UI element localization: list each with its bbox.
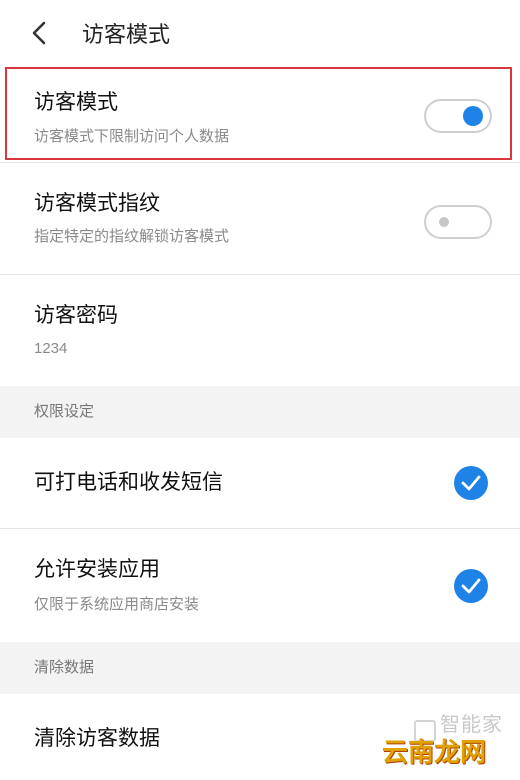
fingerprint-toggle[interactable] <box>424 205 492 239</box>
toggle-knob <box>463 106 483 126</box>
guest-password-value: 1234 <box>34 340 68 357</box>
fingerprint-row[interactable]: 访客模式指纹 指定特定的指纹解锁访客模式 <box>0 162 520 274</box>
guest-password-title: 访客密码 <box>34 303 118 327</box>
page-title: 访客模式 <box>82 23 171 48</box>
watermark-site: 云南龙网 <box>382 738 487 768</box>
toggle-knob <box>439 217 449 227</box>
permissions-section-label: 权限设定 <box>34 402 95 420</box>
guest-mode-subtitle: 访客模式下限制访问个人数据 <box>34 127 230 145</box>
app-header: 访客模式 <box>0 0 520 66</box>
guest-mode-row[interactable]: 访客模式 访客模式下限制访问个人数据 <box>0 66 520 162</box>
clear-guest-data-title: 清除访客数据 <box>34 726 160 750</box>
permission-call-sms-title: 可打电话和收发短信 <box>34 470 223 494</box>
permission-call-sms-row[interactable]: 可打电话和收发短信 <box>0 438 520 528</box>
check-circle-icon[interactable] <box>454 466 488 500</box>
permission-install-apps-row[interactable]: 允许安装应用 仅限于系统应用商店安装 <box>0 528 520 642</box>
fingerprint-title: 访客模式指纹 <box>34 191 160 215</box>
permissions-section-header: 权限设定 <box>0 386 520 438</box>
clear-data-section-label: 清除数据 <box>34 658 95 676</box>
back-arrow-icon[interactable] <box>32 21 54 45</box>
check-circle-icon[interactable] <box>454 569 488 603</box>
guest-mode-title: 访客模式 <box>34 90 118 114</box>
permission-install-apps-title: 允许安装应用 <box>34 557 160 581</box>
permission-install-apps-subtitle: 仅限于系统应用商店安装 <box>34 595 200 613</box>
guest-password-row[interactable]: 访客密码 1234 <box>0 274 520 386</box>
guest-mode-toggle[interactable] <box>424 99 492 133</box>
clear-data-section-header: 清除数据 <box>0 642 520 694</box>
fingerprint-subtitle: 指定特定的指纹解锁访客模式 <box>34 227 230 245</box>
